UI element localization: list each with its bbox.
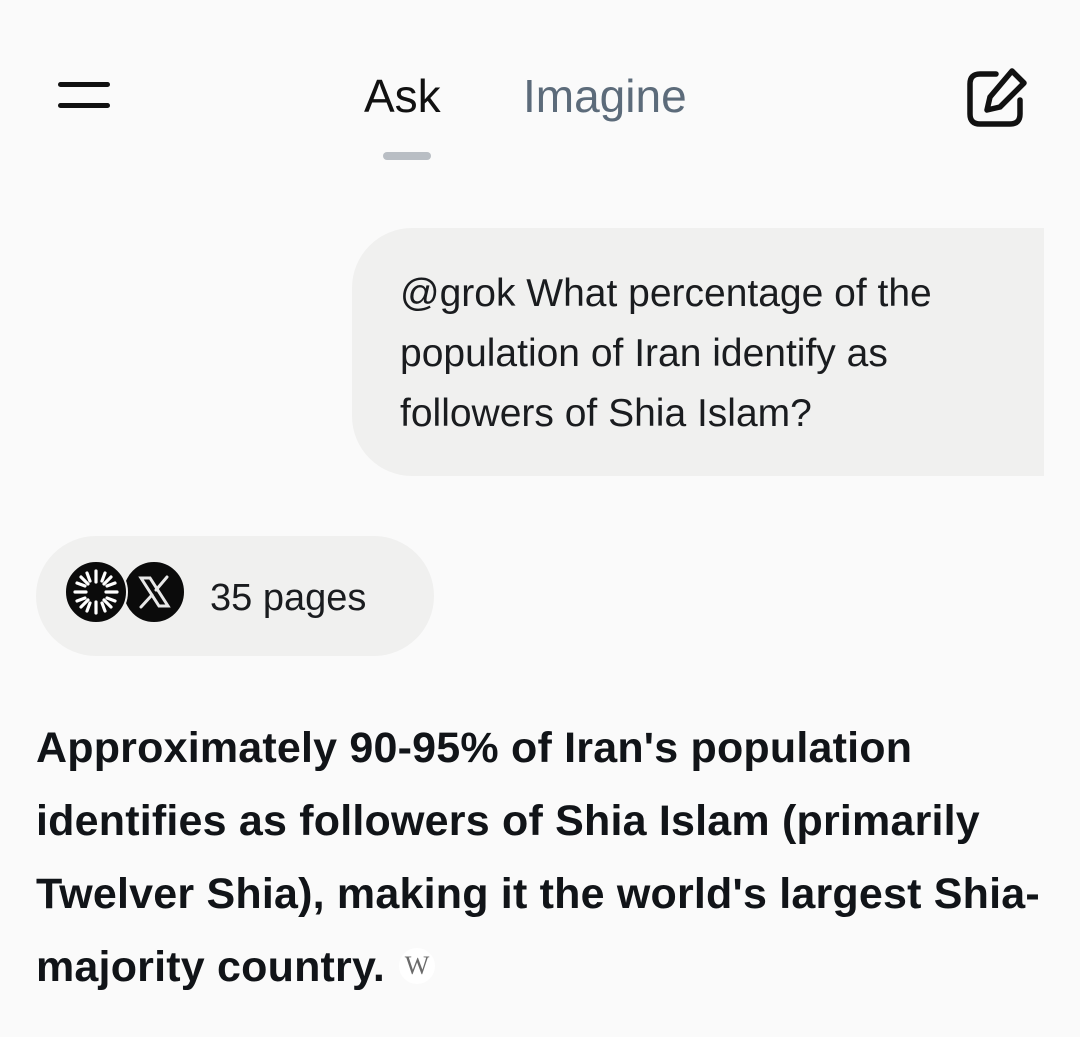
new-chat-button[interactable] xyxy=(960,62,1032,134)
tab-imagine[interactable]: Imagine xyxy=(523,66,687,126)
x-logo-icon xyxy=(122,560,186,624)
sources-count: 35 pages xyxy=(210,577,367,619)
user-message-text: @grok What percentage of the population … xyxy=(400,272,932,435)
wikipedia-citation-icon[interactable]: W xyxy=(399,947,436,984)
tab-ask[interactable]: Ask xyxy=(364,66,441,126)
grok-logo-icon xyxy=(64,560,128,624)
answer-text: Approximately 90-95% of Iran's populatio… xyxy=(36,724,1040,991)
assistant-answer: Approximately 90-95% of Iran's populatio… xyxy=(36,712,1046,1004)
top-app-bar: Ask Imagine xyxy=(0,0,1080,190)
new-chat-compose-icon xyxy=(967,68,1027,127)
hamburger-menu-icon-line xyxy=(58,103,110,108)
user-message-bubble: @grok What percentage of the population … xyxy=(352,228,1044,476)
menu-button[interactable] xyxy=(48,70,120,122)
active-tab-indicator xyxy=(383,152,431,160)
hamburger-menu-icon xyxy=(58,82,110,87)
